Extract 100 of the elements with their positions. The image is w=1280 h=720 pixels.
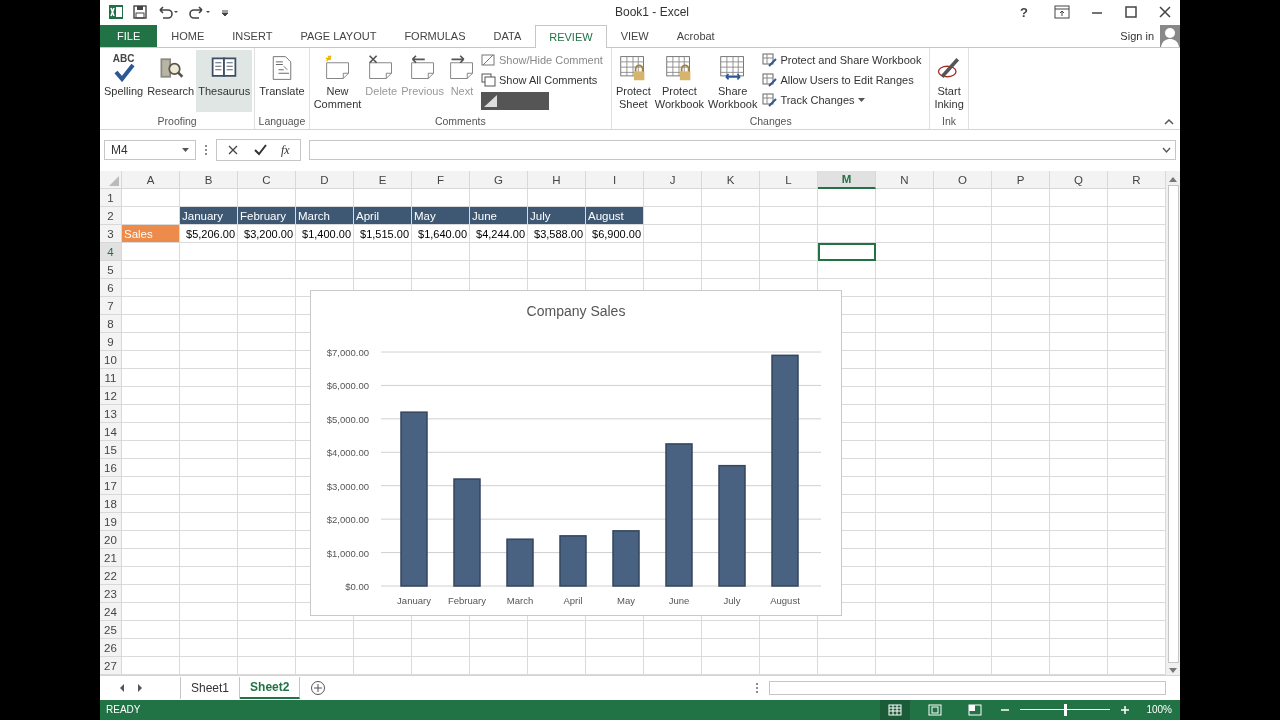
row-header[interactable]: 11	[100, 369, 122, 388]
ribbon-button[interactable]: Translate	[257, 49, 307, 112]
ribbon-button[interactable]: Track Changes	[762, 91, 922, 109]
column-header[interactable]: C	[238, 171, 296, 190]
row-header[interactable]: 6	[100, 279, 122, 298]
maximize-icon[interactable]	[1124, 5, 1138, 20]
ribbon-button[interactable]: Protect and Share Workbook	[762, 51, 922, 69]
formula-input[interactable]	[308, 140, 1176, 161]
ribbon-tab[interactable]: INSERT	[218, 24, 287, 47]
collapse-ribbon-icon[interactable]	[1164, 117, 1174, 125]
column-header[interactable]: E	[354, 171, 412, 190]
selected-cell[interactable]	[818, 243, 876, 262]
add-sheet-icon[interactable]	[310, 680, 327, 697]
bar[interactable]	[506, 538, 534, 588]
row-header[interactable]: 23	[100, 585, 122, 604]
redo-icon[interactable]	[188, 4, 212, 21]
column-header[interactable]: H	[528, 171, 586, 190]
zoom-in-icon[interactable]	[1120, 705, 1131, 715]
ribbon-button[interactable]: Show All Comments	[480, 71, 603, 89]
row-header[interactable]: 1	[100, 189, 122, 208]
column-header[interactable]: Q	[1050, 171, 1108, 190]
row-header[interactable]: 18	[100, 495, 122, 514]
column-header[interactable]: D	[296, 171, 354, 190]
row-header[interactable]: 13	[100, 405, 122, 424]
row-header[interactable]: 25	[100, 621, 122, 640]
row-header[interactable]: 9	[100, 333, 122, 352]
row-header[interactable]: 10	[100, 351, 122, 370]
row-header[interactable]: 20	[100, 531, 122, 550]
ribbon-tab[interactable]: REVIEW	[535, 24, 607, 48]
previous-sheet-icon[interactable]	[118, 683, 126, 694]
ribbon-button[interactable]: Protect Sheet	[613, 49, 653, 112]
row-header[interactable]: 19	[100, 513, 122, 532]
name-box[interactable]: M4	[104, 140, 196, 161]
row-header[interactable]: 21	[100, 549, 122, 568]
column-header[interactable]: F	[412, 171, 470, 190]
row-header[interactable]: 17	[100, 477, 122, 496]
zoom-level[interactable]: 100%	[1146, 704, 1172, 716]
column-header[interactable]: N	[876, 171, 934, 190]
excel-logo-icon	[108, 4, 124, 21]
ribbon-button[interactable]: Share Workbook	[706, 49, 760, 112]
column-header[interactable]: I	[586, 171, 644, 190]
column-header[interactable]: B	[180, 171, 238, 190]
row-header[interactable]: 12	[100, 387, 122, 406]
cancel-icon[interactable]	[227, 144, 239, 157]
row-header[interactable]: 15	[100, 441, 122, 460]
horizontal-scrollbar[interactable]	[769, 681, 1166, 696]
ribbon-button[interactable]: Allow Users to Edit Ranges	[762, 71, 922, 89]
row-header[interactable]: 27	[100, 657, 122, 676]
ribbon-tab[interactable]: VIEW	[606, 24, 663, 47]
row-header[interactable]: 4	[100, 243, 122, 262]
row-header[interactable]: 24	[100, 603, 122, 622]
show-ink-button[interactable]	[480, 91, 549, 110]
more-icon[interactable]	[755, 682, 759, 695]
ribbon-tab[interactable]: FILE	[100, 24, 158, 47]
sheet-tab[interactable]: Sheet2	[240, 677, 301, 700]
column-header[interactable]: M	[818, 171, 876, 190]
ribbon-button[interactable]: Thesaurus	[196, 49, 253, 112]
row-header[interactable]: 7	[100, 297, 122, 316]
column-header[interactable]: A	[122, 171, 180, 190]
help-button[interactable]: ?	[1014, 4, 1034, 20]
row-header[interactable]: 26	[100, 639, 122, 658]
ribbon-button[interactable]: Research	[145, 49, 197, 112]
view-button[interactable]	[880, 700, 911, 720]
column-header[interactable]: P	[992, 171, 1050, 190]
column-header[interactable]: O	[934, 171, 992, 190]
row-header[interactable]: 3	[100, 225, 122, 244]
expand-icon[interactable]	[1162, 147, 1171, 154]
ribbon-button[interactable]: ABC Spelling	[102, 49, 146, 112]
ribbon-button[interactable]: Protect Workbook	[652, 49, 707, 112]
row-header[interactable]: 16	[100, 459, 122, 478]
chart-area[interactable]: Company Sales $0.00 $1,000.00 $2,000.00 $3,000.00 $4,000.00 $5,000.00 $6,000.00 $7,000.00 January February March April May June July August	[310, 290, 842, 617]
bar[interactable]	[559, 535, 587, 588]
row-header[interactable]: 8	[100, 315, 122, 334]
column-header[interactable]: J	[644, 171, 702, 190]
axis-label: $1,000.00	[326, 547, 369, 559]
column-header[interactable]: K	[702, 171, 760, 190]
sign-in-link[interactable]: Sign in	[1114, 24, 1160, 47]
ribbon-button[interactable]: New Comment	[311, 49, 364, 112]
enter-icon[interactable]	[253, 144, 267, 157]
ribbon-tab[interactable]: Acrobat	[662, 24, 729, 47]
column-header[interactable]: G	[470, 171, 528, 190]
ribbon-tab[interactable]: DATA	[479, 24, 536, 47]
undo-icon[interactable]	[156, 4, 180, 21]
axis-label: $3,000.00	[326, 481, 369, 492]
ribbon-tab[interactable]: HOME	[157, 24, 219, 47]
column-header[interactable]: L	[760, 171, 818, 190]
insert-function-button[interactable]: fx	[281, 142, 290, 158]
ribbon-tab[interactable]: PAGE LAYOUT	[286, 24, 391, 47]
column-header[interactable]: R	[1108, 171, 1166, 190]
save-icon[interactable]	[132, 4, 148, 21]
scrollbar-thumb[interactable]	[1167, 185, 1179, 664]
ribbon-tab[interactable]: FORMULAS	[390, 24, 480, 47]
row-header[interactable]: 2	[100, 207, 122, 226]
next-sheet-icon[interactable]	[136, 683, 144, 694]
row-header[interactable]: 14	[100, 423, 122, 442]
ribbon-button[interactable]: Start Inking	[932, 49, 966, 112]
ribbon-display-icon[interactable]	[1054, 5, 1070, 20]
close-icon[interactable]	[1158, 5, 1172, 20]
row-header[interactable]: 5	[100, 261, 122, 280]
row-header[interactable]: 22	[100, 567, 122, 586]
